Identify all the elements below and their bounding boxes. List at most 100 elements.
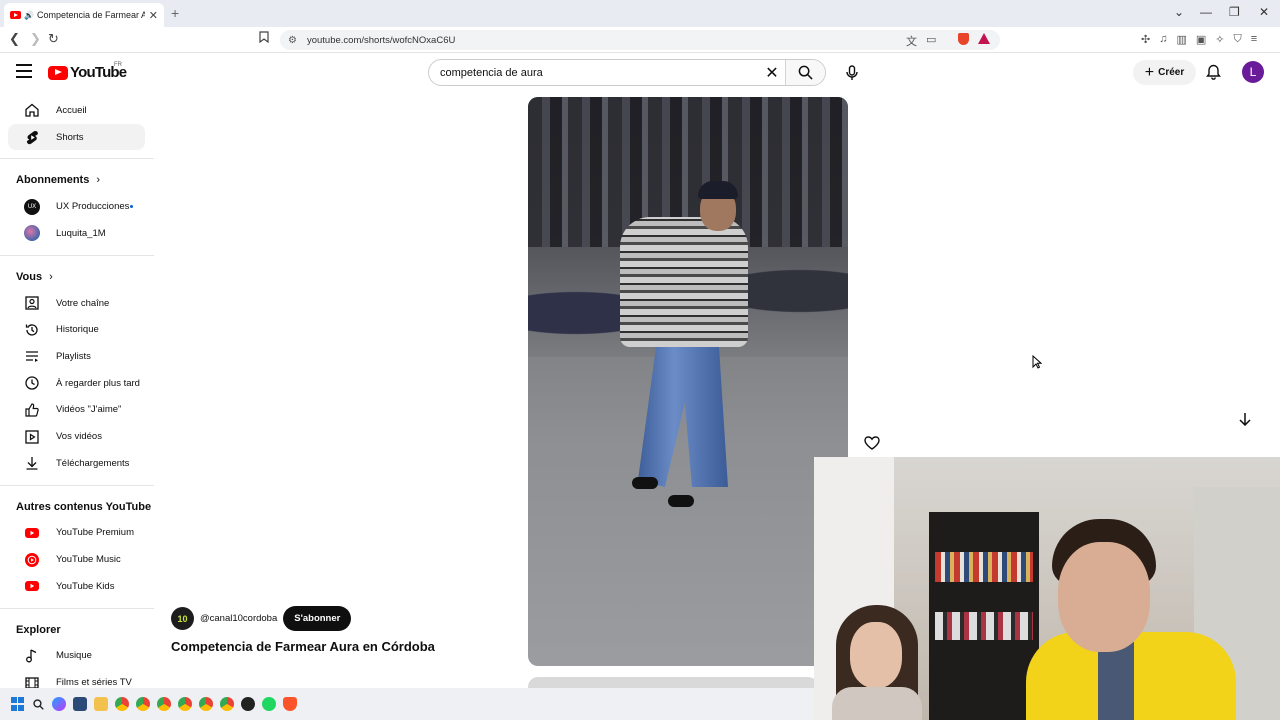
create-button[interactable]: + Créer [1133, 60, 1196, 85]
search-icon[interactable] [31, 697, 45, 711]
task-view-icon[interactable] [73, 697, 87, 711]
sidebar-item-playlists[interactable]: Playlists [8, 343, 145, 370]
chrome-icon[interactable] [115, 697, 129, 711]
sidebar-divider [0, 158, 154, 160]
chrome-icon[interactable] [199, 697, 213, 711]
chrome-icon[interactable] [220, 697, 234, 711]
sidebar-item-watch-later[interactable]: À regarder plus tard [8, 370, 145, 397]
brave-shields-icon[interactable] [958, 33, 969, 45]
webcam-overlay [814, 457, 1280, 720]
obs-icon[interactable] [241, 697, 255, 711]
video-frame-shoe [668, 495, 694, 507]
playlists-icon [24, 348, 40, 364]
restore-icon[interactable]: ❐ [1229, 5, 1240, 19]
sidebar-divider [0, 484, 154, 486]
video-frame-dancer-legs [638, 347, 728, 487]
close-tab-icon[interactable]: ✕ [149, 9, 158, 22]
sidebar-item-home[interactable]: Accueil [8, 97, 145, 124]
sidebar-item-youtube-music[interactable]: YouTube Music [8, 546, 145, 573]
sidebar-item-ux-producciones[interactable]: UX UX Producciones [8, 193, 145, 220]
sidebar-item-luquita[interactable]: Luquita_1M [8, 220, 145, 247]
video-frame-shoe [632, 477, 658, 489]
close-window-icon[interactable]: ✕ [1259, 5, 1269, 19]
extensions-icon[interactable]: ✣ [1141, 33, 1150, 46]
sidebar-item-label: Luquita_1M [56, 227, 106, 239]
forward-icon[interactable]: ❯ [30, 31, 41, 47]
channel-logo[interactable]: 10 [171, 607, 194, 630]
guide-menu-icon[interactable] [16, 64, 32, 78]
shorts-video-player[interactable] [528, 97, 848, 666]
explore-heading-label: Explorer [16, 623, 61, 636]
clear-search-icon[interactable]: ✕ [759, 63, 785, 83]
sidebar-item-your-videos[interactable]: Vos vidéos [8, 423, 145, 450]
site-info-icon[interactable]: ⚙ [288, 35, 297, 46]
youtube-logo[interactable]: YouTube FR [48, 62, 127, 81]
browser-tab-bar: 🔊 Competencia de Farmear Aura en Córdoba… [0, 0, 1280, 27]
next-video-button[interactable] [1233, 407, 1257, 431]
media-icon[interactable]: ♫ [1159, 33, 1167, 46]
chrome-icon[interactable] [136, 697, 150, 711]
reload-icon[interactable]: ↻ [48, 31, 59, 47]
search-button[interactable] [785, 60, 825, 85]
video-title[interactable]: Competencia de Farmear Aura en Córdoba [171, 639, 435, 654]
new-tab-icon[interactable]: + [171, 5, 179, 21]
translate-icon[interactable]: 文 [906, 33, 917, 49]
bookmark-icon[interactable] [259, 31, 269, 46]
windows-start-icon[interactable] [10, 697, 24, 711]
brave-browser-icon[interactable] [283, 697, 297, 711]
account-avatar[interactable]: L [1242, 61, 1264, 83]
chrome-icon[interactable] [178, 697, 192, 711]
youtube-favicon-icon [10, 11, 21, 19]
sidebar-item-label: YouTube Kids [56, 580, 115, 592]
sidebar-item-label: Vos vidéos [56, 431, 102, 443]
chrome-icon[interactable] [157, 697, 171, 711]
spotify-icon[interactable] [262, 697, 276, 711]
vpn-icon[interactable]: ⛉ [1234, 33, 1242, 46]
youtube-premium-icon [24, 525, 40, 541]
cast-icon[interactable]: ▭ [926, 33, 936, 49]
url-actions: 文 ▭ [906, 33, 936, 49]
sidebar-item-label: À regarder plus tard [56, 377, 140, 389]
sidebar-item-liked-videos[interactable]: Vidéos "J'aime" [8, 397, 145, 424]
subscribe-button[interactable]: S'abonner [283, 606, 352, 631]
sidebar-item-label: Téléchargements [56, 457, 130, 469]
youtube-music-icon [24, 552, 40, 568]
sidebar-toggle-icon[interactable]: ▥ [1176, 33, 1186, 46]
brave-rewards-icon[interactable] [978, 33, 990, 44]
file-explorer-icon[interactable] [94, 697, 108, 711]
audio-playing-icon[interactable]: 🔊 [24, 11, 34, 20]
voice-search-button[interactable] [839, 60, 865, 86]
sidebar-item-youtube-premium[interactable]: YouTube Premium [8, 520, 145, 547]
sidebar-item-history[interactable]: Historique [8, 316, 145, 343]
sidebar-item-your-channel[interactable]: Votre chaîne [8, 290, 145, 317]
sidebar-item-youtube-kids[interactable]: YouTube Kids [8, 573, 145, 600]
leo-icon[interactable]: ✧ [1215, 33, 1224, 46]
notifications-button[interactable] [1206, 64, 1221, 85]
sidebar-item-label: UX Producciones [56, 201, 130, 213]
home-icon [24, 102, 40, 118]
tab-search-icon[interactable]: ⌄ [1174, 5, 1184, 19]
sidebar-item-label: YouTube Music [56, 554, 121, 566]
wallet-icon[interactable]: ▣ [1196, 33, 1206, 46]
webcam-person-left-face [850, 622, 902, 688]
history-icon [24, 322, 40, 338]
browser-tab[interactable]: 🔊 Competencia de Farmear Aura en Córdoba… [4, 3, 164, 27]
copilot-icon[interactable] [52, 697, 66, 711]
webcam-person-left-body [832, 687, 922, 720]
subscriptions-heading[interactable]: Abonnements › [0, 167, 154, 193]
url-bar[interactable]: ⚙ youtube.com/shorts/wofcNOxaC6U [280, 30, 1000, 50]
sidebar-item-downloads[interactable]: Téléchargements [8, 450, 145, 477]
sidebar-item-music[interactable]: Musique [8, 643, 145, 670]
channel-handle[interactable]: @canal10cordoba [200, 613, 277, 624]
like-button[interactable] [860, 431, 884, 455]
sidebar-item-label: Accueil [56, 104, 87, 116]
sidebar-item-shorts[interactable]: Shorts [8, 123, 145, 151]
you-heading[interactable]: Vous › [0, 264, 154, 290]
back-icon[interactable]: ❮ [9, 31, 20, 47]
arrow-down-icon [1239, 413, 1251, 426]
search-input[interactable] [429, 60, 759, 85]
menu-icon[interactable]: ≡ [1251, 33, 1257, 46]
mouse-cursor-icon [1032, 354, 1043, 374]
watch-later-icon [24, 375, 40, 391]
minimize-icon[interactable]: — [1200, 5, 1212, 19]
